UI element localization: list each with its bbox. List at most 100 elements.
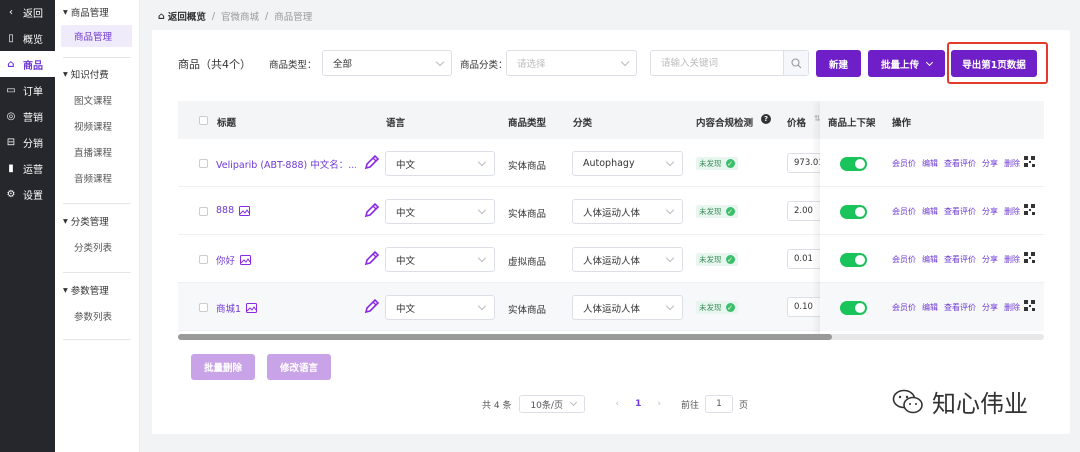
watermark-text: 知心伟业 [932,390,1028,418]
delete-link[interactable]: 删除 [1004,206,1020,217]
search-box [650,50,809,76]
sidebar-item-label: 运营 [23,164,43,176]
view-reviews-link[interactable]: 查看评价 [944,302,976,313]
header-compliance: 内容合规检测 [696,118,754,129]
page-number-1[interactable]: 1 [635,399,641,409]
marketing-icon: ◎ [6,110,16,122]
sidebar-item-overview[interactable]: ▯ 概览 [0,25,55,51]
batch-delete-button[interactable]: 批量删除 [191,354,255,380]
share-link[interactable]: 分享 [982,302,998,313]
breadcrumb-separator: / [265,10,269,22]
help-icon[interactable]: ? [761,114,771,124]
breadcrumb-item-mall[interactable]: 官微商城 [221,9,259,23]
subnav-divider [63,339,131,340]
type-filter-label: 商品类型： [269,60,317,71]
sidebar-item-distribution[interactable]: ⊟ 分销 [0,129,55,155]
change-language-button[interactable]: 修改语言 [267,354,331,380]
listing-toggle[interactable] [840,205,867,219]
sub-navigation: ▾ 商品管理 商品管理 ▾ 知识付费 图文课程 视频课程 直播课程 音频课程 ▾… [55,0,140,452]
breadcrumb-item-goods: 商品管理 [274,12,313,23]
scrollbar-thumb[interactable] [178,334,832,340]
shop-icon: ⌂ [7,58,15,70]
batch-upload-button[interactable]: 批量上传 [868,50,945,77]
listing-toggle[interactable] [840,301,867,315]
select-all-checkbox[interactable] [199,116,208,125]
subnav-group-goods-management[interactable]: ▾ 商品管理 [55,1,139,23]
subnav-item-goods-management[interactable]: 商品管理 [61,25,132,47]
edit-link[interactable]: 编辑 [922,206,938,217]
highlight-box [947,42,1048,84]
edit-link[interactable]: 编辑 [922,158,938,169]
overview-icon: ▯ [8,32,14,44]
share-link[interactable]: 分享 [982,206,998,217]
subnav-item-audio-course[interactable]: 音频课程 [61,167,132,189]
delete-link[interactable]: 删除 [1004,302,1020,313]
next-page-button[interactable]: › [657,399,661,409]
sidebar-item-goods[interactable]: ⌂ 商品 [0,51,55,77]
share-link[interactable]: 分享 [982,158,998,169]
home-icon: ⌂ [158,10,165,22]
subnav-group-parameter-management[interactable]: ▾ 参数管理 [55,279,139,301]
view-reviews-link[interactable]: 查看评价 [944,206,976,217]
qrcode-icon[interactable] [1024,300,1035,311]
subnav-item-live-course[interactable]: 直播课程 [61,141,132,163]
chevron-left-icon: ‹ [9,6,13,18]
view-reviews-link[interactable]: 查看评价 [944,254,976,265]
row-operations: 会员价 编辑 查看评价 分享 删除 [892,254,1020,265]
chevron-down-icon [570,398,578,407]
header-type: 商品类型 [508,118,547,129]
sidebar-item-label: 商品 [23,60,43,72]
sidebar-item-orders[interactable]: ▭ 订单 [0,77,55,103]
settings-icon: ⚙ [6,188,16,200]
qrcode-icon[interactable] [1024,252,1035,263]
search-icon [790,57,801,68]
share-link[interactable]: 分享 [982,254,998,265]
horizontal-scrollbar[interactable] [178,334,1044,340]
member-price-link[interactable]: 会员价 [892,254,916,265]
qrcode-icon[interactable] [1024,156,1035,167]
sidebar-item-settings[interactable]: ⚙ 设置 [0,181,55,207]
new-button[interactable]: 新建 [816,50,861,77]
sidebar-item-label: 营销 [23,112,43,124]
sidebar-item-back[interactable]: ‹ 返回 [0,0,55,25]
sidebar-item-label: 概览 [23,34,43,46]
subnav-group-paid-knowledge[interactable]: ▾ 知识付费 [55,63,139,85]
page-size-select[interactable]: 10条/页 [519,395,586,413]
delete-link[interactable]: 删除 [1004,158,1020,169]
edit-link[interactable]: 编辑 [922,302,938,313]
view-reviews-link[interactable]: 查看评价 [944,158,976,169]
listing-toggle[interactable] [840,157,867,171]
chevron-down-icon [435,57,445,67]
edit-link[interactable]: 编辑 [922,254,938,265]
subnav-item-parameter-list[interactable]: 参数列表 [61,305,132,327]
subnav-item-article-course[interactable]: 图文课程 [61,89,132,111]
goto-label: 前往 [680,400,699,411]
sidebar-item-label: 返回 [23,8,43,20]
prev-page-button[interactable]: ‹ [615,399,619,409]
member-price-link[interactable]: 会员价 [892,302,916,313]
listing-toggle[interactable] [840,253,867,267]
search-button[interactable] [783,51,808,75]
row-actions: 会员价 编辑 查看评价 分享 删除 [178,235,1044,283]
header-price: 价格 [787,118,807,129]
breadcrumb-separator: / [211,10,216,22]
subnav-item-video-course[interactable]: 视频课程 [61,115,132,137]
breadcrumb-home[interactable]: ⌂ 返回概览 [158,9,206,24]
subnav-item-category-list[interactable]: 分类列表 [61,236,132,258]
operations-icon: ▮ [8,162,14,174]
delete-link[interactable]: 删除 [1004,254,1020,265]
member-price-link[interactable]: 会员价 [892,206,916,217]
member-price-link[interactable]: 会员价 [892,158,916,169]
qrcode-icon[interactable] [1024,204,1035,215]
header-title: 标题 [217,118,237,129]
goto-page-input[interactable]: 1 [704,395,733,413]
type-filter-select[interactable]: 全部 [322,50,452,76]
category-filter-select[interactable]: 请选择 [506,50,637,76]
sidebar-item-marketing[interactable]: ◎ 营销 [0,103,55,129]
subnav-group-category-management[interactable]: ▾ 分类管理 [55,210,139,232]
header-category: 分类 [573,118,593,129]
pagination-total: 共 4 条 [482,400,512,411]
search-input[interactable] [651,51,783,75]
goods-table: 标题 语言 商品类型 分类 内容合规检测 ? 价格 ⇅ 商品上下架 操作 Vel… [178,101,1044,339]
sidebar-item-operations[interactable]: ▮ 运营 [0,155,55,181]
